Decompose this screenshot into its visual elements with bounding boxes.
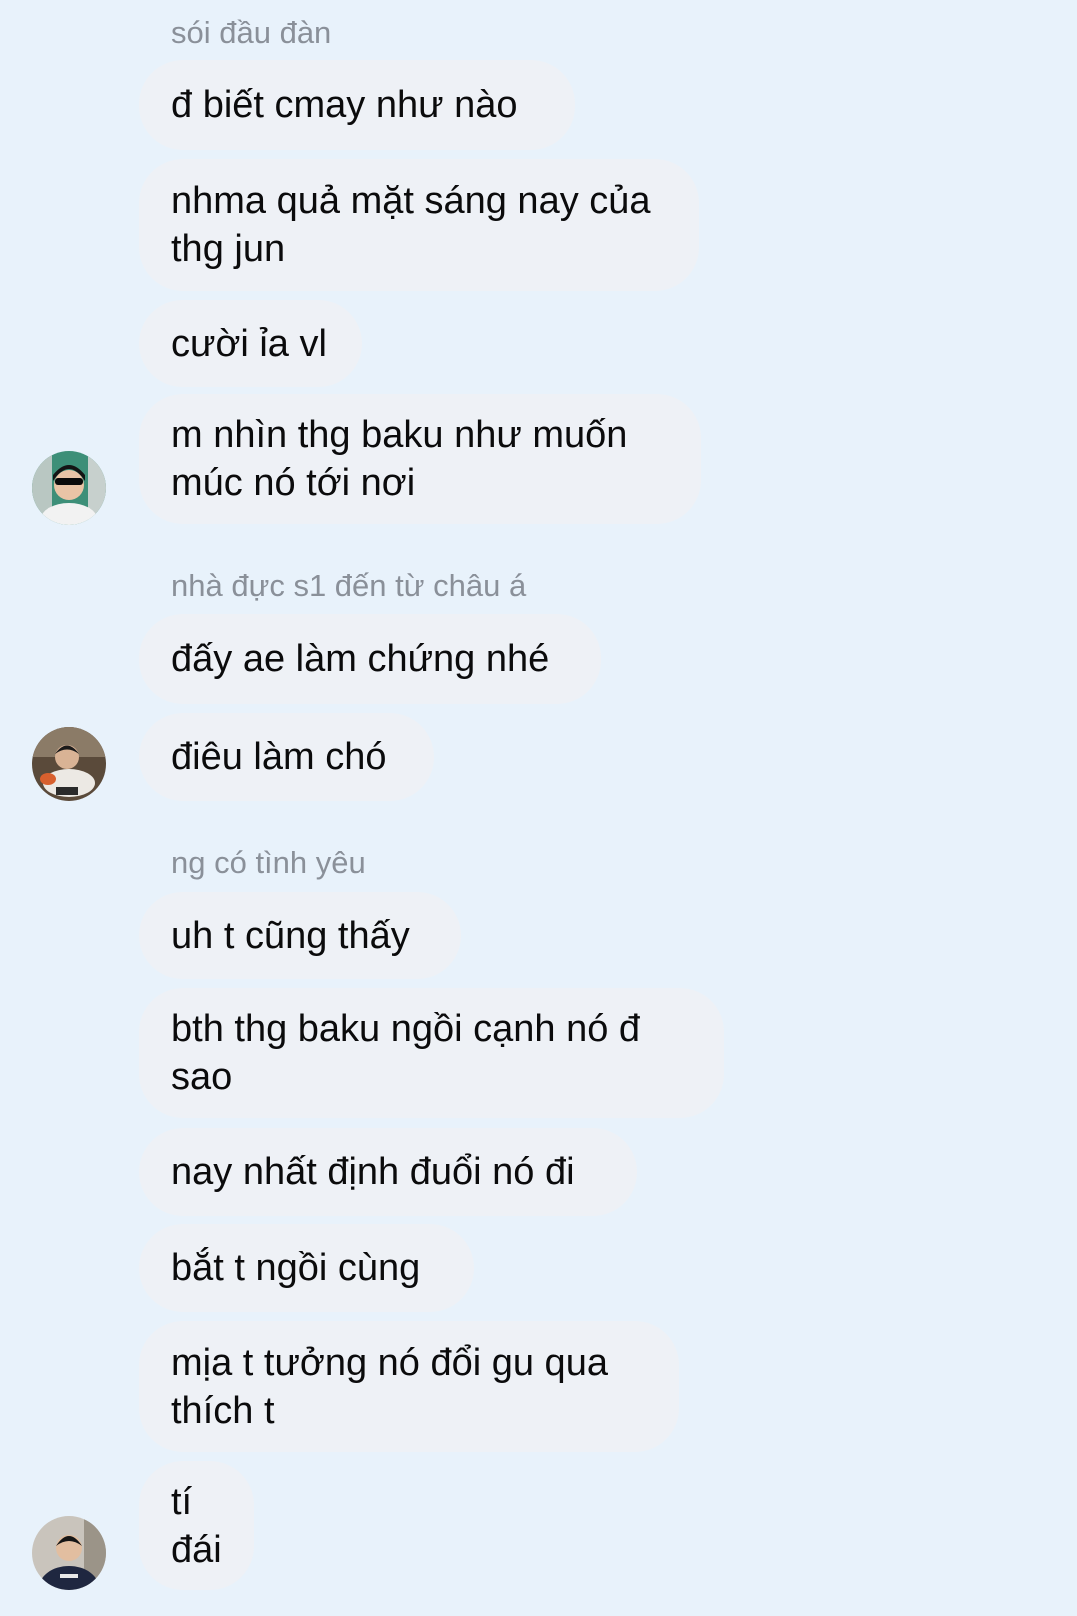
message-bubble[interactable]: m nhìn thg baku như muốn múc nó tới nơi	[139, 394, 701, 524]
message-bubble[interactable]: điêu làm chó	[139, 713, 434, 801]
message-text: đấy ae làm chứng nhé	[171, 638, 550, 680]
message-bubble[interactable]: bắt t ngồi cùng	[139, 1224, 474, 1312]
message-text: tí đái	[171, 1480, 222, 1571]
chat-thread: sói đầu đàn đ biết cmay như nào nhma quả…	[0, 0, 1077, 1616]
message-bubble[interactable]: cười ỉa vl	[139, 300, 362, 387]
message-bubble[interactable]: mịa t tưởng nó đổi gu qua thích t	[139, 1321, 679, 1452]
sender-name: nhà đực s1 đến từ châu á	[171, 568, 527, 603]
message-text: uh t cũng thấy	[171, 914, 410, 957]
message-bubble[interactable]: uh t cũng thấy	[139, 892, 461, 979]
message-text: nhma quả mặt sáng nay của thg jun	[171, 180, 651, 270]
message-bubble[interactable]: tí đái	[139, 1461, 254, 1590]
sender-name: sói đầu đàn	[171, 15, 332, 50]
message-bubble[interactable]: đ biết cmay như nào	[139, 60, 575, 150]
message-text: bth thg baku ngồi cạnh nó đ sao	[171, 1008, 641, 1098]
message-text: cười ỉa vl	[171, 322, 327, 365]
message-text: mịa t tưởng nó đổi gu qua thích t	[171, 1341, 608, 1432]
message-bubble[interactable]: nhma quả mặt sáng nay của thg jun	[139, 159, 699, 291]
user-avatar-sunglasses-icon[interactable]	[32, 451, 106, 525]
user-avatar-eating-icon[interactable]	[32, 727, 106, 801]
user-avatar-dark-hoodie-icon[interactable]	[32, 1516, 106, 1590]
sender-name: ng có tình yêu	[171, 845, 366, 880]
message-text: bắt t ngồi cùng	[171, 1247, 421, 1289]
message-bubble[interactable]: nay nhất định đuổi nó đi	[139, 1128, 637, 1216]
message-bubble[interactable]: đấy ae làm chứng nhé	[139, 614, 601, 704]
message-text: nay nhất định đuổi nó đi	[171, 1151, 575, 1193]
message-text: đ biết cmay như nào	[171, 84, 518, 126]
message-text: điêu làm chó	[171, 736, 387, 778]
message-bubble[interactable]: bth thg baku ngồi cạnh nó đ sao	[139, 988, 724, 1118]
message-text: m nhìn thg baku như muốn múc nó tới nơi	[171, 414, 628, 504]
